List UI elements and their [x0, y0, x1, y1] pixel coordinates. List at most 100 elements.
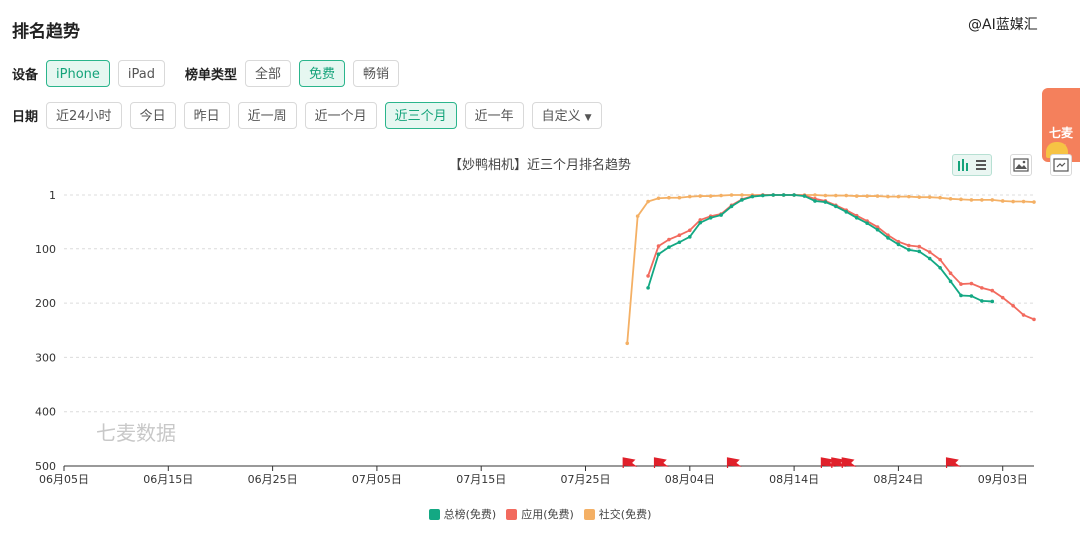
data-point-social — [698, 194, 703, 198]
data-point-app — [646, 274, 650, 278]
data-point-social — [865, 194, 869, 198]
legend-item-app[interactable]: 应用(免费) — [506, 506, 574, 522]
x-tick-label: 08月14日 — [769, 473, 819, 486]
data-point-total — [781, 193, 786, 197]
series-line-app — [647, 194, 1035, 321]
list-type-all-button[interactable]: 全部 — [245, 60, 292, 87]
promo-badge[interactable]: 七麦 同 — [1042, 88, 1080, 162]
data-point-app — [938, 257, 942, 262]
data-point-social — [740, 193, 744, 197]
data-point-total — [959, 293, 963, 298]
data-point-total — [688, 235, 692, 239]
data-point-social — [667, 195, 671, 200]
data-point-app — [656, 244, 661, 248]
data-point-social — [917, 195, 922, 199]
x-tick-label: 08月24日 — [873, 473, 923, 486]
data-point-app — [969, 281, 974, 286]
list-type-label: 榜单类型 — [185, 68, 238, 83]
data-point-social — [708, 194, 713, 198]
list-type-free-button[interactable]: 免费 — [299, 60, 346, 87]
date-24h-button[interactable]: 近24小时 — [46, 102, 122, 129]
data-point-total — [750, 194, 755, 199]
chart-watermark: 七麦数据 — [96, 421, 176, 445]
data-point-social — [844, 193, 849, 198]
legend-label-total: 总榜(免费) — [443, 508, 497, 521]
date-yesterday-button[interactable]: 昨日 — [183, 102, 230, 129]
data-point-total — [854, 216, 859, 220]
data-point-app — [667, 237, 671, 242]
data-point-total — [990, 299, 995, 304]
data-point-total — [802, 194, 807, 198]
data-point-total — [667, 245, 671, 249]
x-tick-label: 08月04日 — [665, 473, 715, 486]
chart-legend: 总榜(免费) 应用(免费) 社交(免费) — [0, 506, 1080, 522]
data-point-total — [813, 199, 817, 203]
data-point-total — [708, 216, 713, 220]
data-point-total — [886, 236, 890, 240]
data-point-social — [854, 194, 859, 198]
data-point-social — [813, 193, 817, 197]
data-point-social — [948, 197, 953, 201]
date-today-button[interactable]: 今日 — [129, 102, 176, 129]
data-point-app — [1021, 313, 1026, 317]
date-custom-button[interactable]: 自定义 ▼ — [531, 102, 602, 129]
data-point-total — [948, 279, 953, 284]
data-point-social — [896, 194, 901, 199]
x-tick-label: 07月15日 — [456, 473, 506, 486]
data-point-social — [688, 194, 692, 199]
data-point-total — [719, 213, 723, 217]
data-point-total — [865, 221, 869, 226]
data-point-social — [875, 194, 880, 198]
legend-item-total[interactable]: 总榜(免费) — [428, 506, 497, 522]
page-title: 排名趋势 — [12, 22, 80, 42]
legend-swatch-app — [506, 508, 518, 520]
watermark-text: @AI蓝媒汇 — [968, 17, 1038, 33]
date-month-button[interactable]: 近一个月 — [304, 102, 377, 129]
y-tick-label: 100 — [35, 243, 56, 256]
data-point-social — [635, 214, 640, 218]
data-point-total — [927, 256, 932, 261]
filter-row-device: 设备 iPhone iPad 榜单类型 全部 免费 畅销 — [12, 60, 407, 87]
data-point-social — [677, 195, 682, 200]
data-point-total — [771, 193, 776, 197]
data-point-social — [886, 194, 890, 199]
date-3months-button[interactable]: 近三个月 — [384, 102, 457, 129]
device-ipad-button[interactable]: iPad — [117, 60, 165, 87]
data-point-social — [823, 193, 828, 198]
device-label: 设备 — [12, 68, 39, 83]
data-point-app — [927, 250, 932, 254]
data-point-app — [677, 233, 682, 237]
data-point-total — [875, 227, 880, 232]
x-tick-label: 06月25日 — [248, 473, 298, 486]
date-week-button[interactable]: 近一周 — [237, 102, 297, 129]
device-iphone-button[interactable]: iPhone — [46, 60, 110, 87]
data-point-total — [646, 286, 650, 290]
series-line-social — [626, 194, 1035, 344]
x-tick-label: 07月05日 — [352, 473, 402, 486]
x-tick-label: 06月15日 — [143, 473, 193, 486]
data-point-social — [646, 199, 650, 204]
x-tick-label: 09月03日 — [978, 473, 1028, 486]
legend-item-social[interactable]: 社交(免费) — [583, 506, 651, 522]
data-point-app — [959, 282, 963, 286]
x-tick-label: 07月25日 — [561, 473, 611, 486]
data-point-app — [948, 271, 953, 276]
data-point-total — [980, 299, 984, 303]
data-point-social — [969, 198, 974, 202]
data-point-social — [980, 198, 984, 202]
legend-swatch-social — [583, 508, 595, 520]
date-year-button[interactable]: 近一年 — [464, 102, 524, 129]
data-point-total — [656, 252, 661, 256]
data-point-total — [896, 242, 901, 247]
data-point-total — [698, 220, 703, 225]
data-point-app — [1032, 317, 1036, 322]
promo-text-1: 七麦 — [1048, 126, 1073, 140]
y-tick-label: 1 — [49, 189, 56, 202]
data-point-total — [740, 198, 744, 202]
list-type-paid-button[interactable]: 畅销 — [353, 60, 400, 87]
data-point-app — [907, 243, 911, 248]
data-point-total — [844, 210, 849, 214]
data-point-social — [907, 194, 911, 199]
y-tick-label: 300 — [35, 351, 56, 364]
data-point-social — [938, 195, 942, 200]
